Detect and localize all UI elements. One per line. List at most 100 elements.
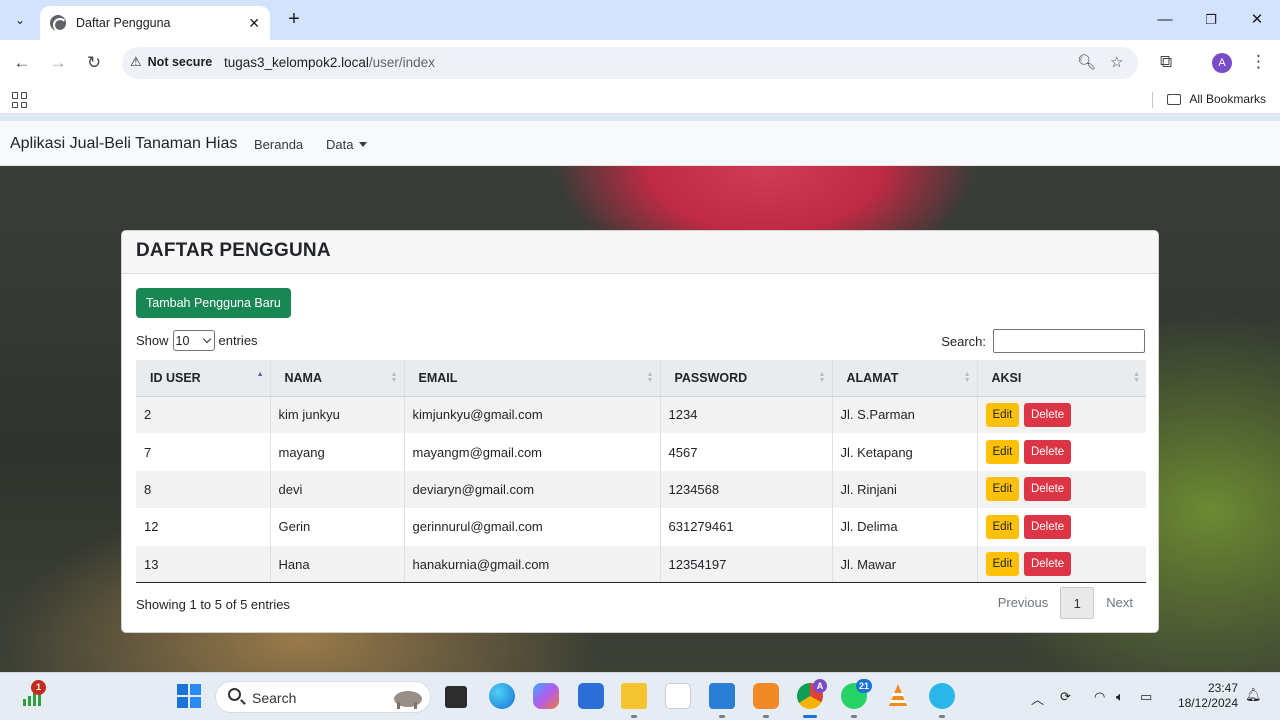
delete-button[interactable]: Delete bbox=[1023, 402, 1072, 427]
nav-link-beranda[interactable]: Beranda bbox=[254, 137, 303, 152]
pdf-app-icon[interactable] bbox=[753, 683, 779, 709]
cell-alamat: Jl. S.Parman bbox=[832, 396, 978, 434]
search-input[interactable] bbox=[993, 329, 1145, 353]
add-user-button[interactable]: Tambah Pengguna Baru bbox=[136, 288, 291, 318]
volume-icon[interactable]: 🔈︎ bbox=[1116, 689, 1124, 705]
zoom-icon[interactable]: 🔍︎ bbox=[1077, 53, 1096, 71]
nav-dropdown-data[interactable]: Data bbox=[326, 137, 368, 152]
security-label: Not secure bbox=[147, 55, 213, 69]
running-indicator bbox=[631, 715, 637, 718]
star-icon[interactable]: ☆ bbox=[1110, 53, 1123, 71]
edit-button[interactable]: Edit bbox=[985, 514, 1020, 539]
column-header-alamat[interactable]: ALAMAT ▲ ▼ bbox=[832, 360, 978, 397]
delete-button[interactable]: Delete bbox=[1023, 477, 1072, 502]
cell-alamat: Jl. Rinjani bbox=[832, 470, 978, 509]
column-header-label: EMAIL bbox=[418, 370, 458, 385]
search-label: Search: bbox=[941, 333, 986, 349]
page-length-value: 10 bbox=[175, 333, 190, 348]
forward-icon[interactable]: → bbox=[45, 50, 71, 76]
notification-bell-icon[interactable]: 🔔︎ bbox=[1245, 687, 1262, 703]
vscode-icon[interactable] bbox=[709, 683, 735, 709]
all-bookmarks-button[interactable]: All Bookmarks bbox=[1167, 92, 1266, 106]
users-table: ID USER ▲ NAMA ▲ ▼ EMAIL ▲ ▼ PASSWORD ▲ ▼ ALAMA… bbox=[136, 360, 1146, 584]
back-icon[interactable]: ← bbox=[9, 50, 35, 76]
navbar-brand[interactable]: Aplikasi Jual-Beli Tanaman Hias bbox=[10, 135, 237, 153]
search-highlight-icon bbox=[394, 691, 422, 709]
tab-search-chevron-icon[interactable]: ⌄ bbox=[8, 8, 32, 32]
column-header-aksi[interactable]: AKSI ▲ ▼ bbox=[977, 360, 1146, 397]
running-indicator bbox=[719, 715, 725, 718]
cell-id: 12 bbox=[136, 508, 271, 546]
delete-button[interactable]: Delete bbox=[1023, 440, 1072, 465]
next-page-button[interactable]: Next bbox=[1094, 587, 1145, 619]
cell-aksi: Edit Delete bbox=[977, 471, 1146, 508]
cell-alamat: Jl. Ketapang bbox=[832, 433, 978, 471]
vlc-icon[interactable] bbox=[885, 683, 911, 709]
bird-app-icon[interactable] bbox=[929, 683, 955, 709]
cell-email: mayangm@gmail.com bbox=[404, 433, 661, 471]
url-text[interactable]: tugas3_kelompok2.local/user/index bbox=[224, 55, 435, 70]
column-header-email[interactable]: EMAIL ▲ ▼ bbox=[404, 360, 661, 397]
security-chip[interactable]: ⚠ Not secure bbox=[130, 54, 212, 70]
entries-length-control: Show 10 entries bbox=[136, 330, 258, 351]
battery-icon[interactable]: ▭ bbox=[1140, 689, 1152, 705]
column-header-password[interactable]: PASSWORD ▲ ▼ bbox=[660, 360, 833, 397]
restore-icon[interactable]: ❐ bbox=[1196, 8, 1226, 32]
edit-button[interactable]: Edit bbox=[985, 402, 1020, 427]
profile-avatar[interactable]: A bbox=[1212, 53, 1232, 73]
search-icon bbox=[228, 688, 241, 701]
address-bar[interactable]: ⚠ Not secure tugas3_kelompok2.local/user… bbox=[122, 47, 1138, 79]
reload-icon[interactable]: ↻ bbox=[81, 50, 107, 76]
delete-button[interactable]: Delete bbox=[1023, 514, 1072, 539]
cell-aksi: Edit Delete bbox=[977, 508, 1146, 545]
clock-time: 23:47 bbox=[1207, 681, 1238, 695]
column-header-id-user[interactable]: ID USER ▲ bbox=[136, 360, 271, 397]
store-icon[interactable] bbox=[578, 683, 604, 709]
minimize-icon[interactable]: — bbox=[1150, 8, 1180, 32]
sync-icon[interactable]: ⟳ bbox=[1060, 689, 1071, 705]
edge-icon[interactable] bbox=[489, 683, 515, 709]
edit-button[interactable]: Edit bbox=[985, 477, 1020, 502]
sort-icon: ▲ ▼ bbox=[963, 371, 971, 384]
close-tab-icon[interactable]: ✕ bbox=[248, 15, 260, 32]
start-icon[interactable] bbox=[176, 683, 202, 709]
column-header-label: ALAMAT bbox=[846, 370, 899, 385]
globe-icon bbox=[50, 15, 67, 32]
more-menu-icon[interactable]: ⋮ bbox=[1250, 52, 1267, 72]
cell-id: 7 bbox=[136, 433, 271, 471]
column-header-nama[interactable]: NAMA ▲ ▼ bbox=[270, 360, 405, 397]
edit-button[interactable]: Edit bbox=[985, 440, 1020, 465]
running-indicator bbox=[851, 715, 857, 718]
browser-tab[interactable]: Daftar Pengguna ✕ bbox=[40, 6, 270, 40]
widgets-badge: 1 bbox=[31, 680, 46, 695]
page-1-button[interactable]: 1 bbox=[1060, 587, 1095, 619]
extensions-icon[interactable]: ⧉ bbox=[1160, 52, 1172, 72]
cell-id: 13 bbox=[136, 545, 271, 584]
cell-alamat: Jl. Delima bbox=[832, 508, 978, 546]
copilot-icon[interactable] bbox=[533, 683, 559, 709]
sort-icon: ▲ ▼ bbox=[390, 371, 398, 384]
chrome-profile-badge: A bbox=[813, 679, 827, 693]
sort-asc-icon: ▲ bbox=[256, 371, 264, 378]
close-window-icon[interactable]: ✕ bbox=[1242, 8, 1272, 32]
warning-icon: ⚠ bbox=[130, 54, 142, 69]
taskbar-search[interactable]: Search bbox=[215, 681, 431, 713]
delete-button[interactable]: Delete bbox=[1023, 552, 1072, 576]
apps-grid-icon[interactable] bbox=[12, 92, 28, 108]
cell-email: hanakurnia@gmail.com bbox=[404, 545, 661, 584]
edit-button[interactable]: Edit bbox=[985, 552, 1020, 576]
running-indicator bbox=[763, 715, 769, 718]
wifi-icon[interactable]: ◠ bbox=[1094, 689, 1105, 705]
page-length-select[interactable]: 10 bbox=[172, 330, 215, 351]
amazon-icon[interactable] bbox=[665, 683, 691, 709]
previous-page-button[interactable]: Previous bbox=[986, 587, 1061, 619]
new-tab-button[interactable]: + bbox=[282, 8, 306, 32]
column-header-label: NAMA bbox=[284, 370, 323, 385]
cell-nama: mayang bbox=[270, 433, 405, 471]
system-clock[interactable]: 23:47 18/12/2024 bbox=[1178, 681, 1238, 711]
sort-icon: ▲ ▼ bbox=[1133, 371, 1140, 384]
task-view-icon[interactable] bbox=[445, 686, 467, 708]
chevron-up-icon[interactable]: ︿ bbox=[1031, 689, 1044, 708]
page-title: DAFTAR PENGGUNA bbox=[136, 240, 331, 261]
file-explorer-icon[interactable] bbox=[621, 683, 647, 709]
